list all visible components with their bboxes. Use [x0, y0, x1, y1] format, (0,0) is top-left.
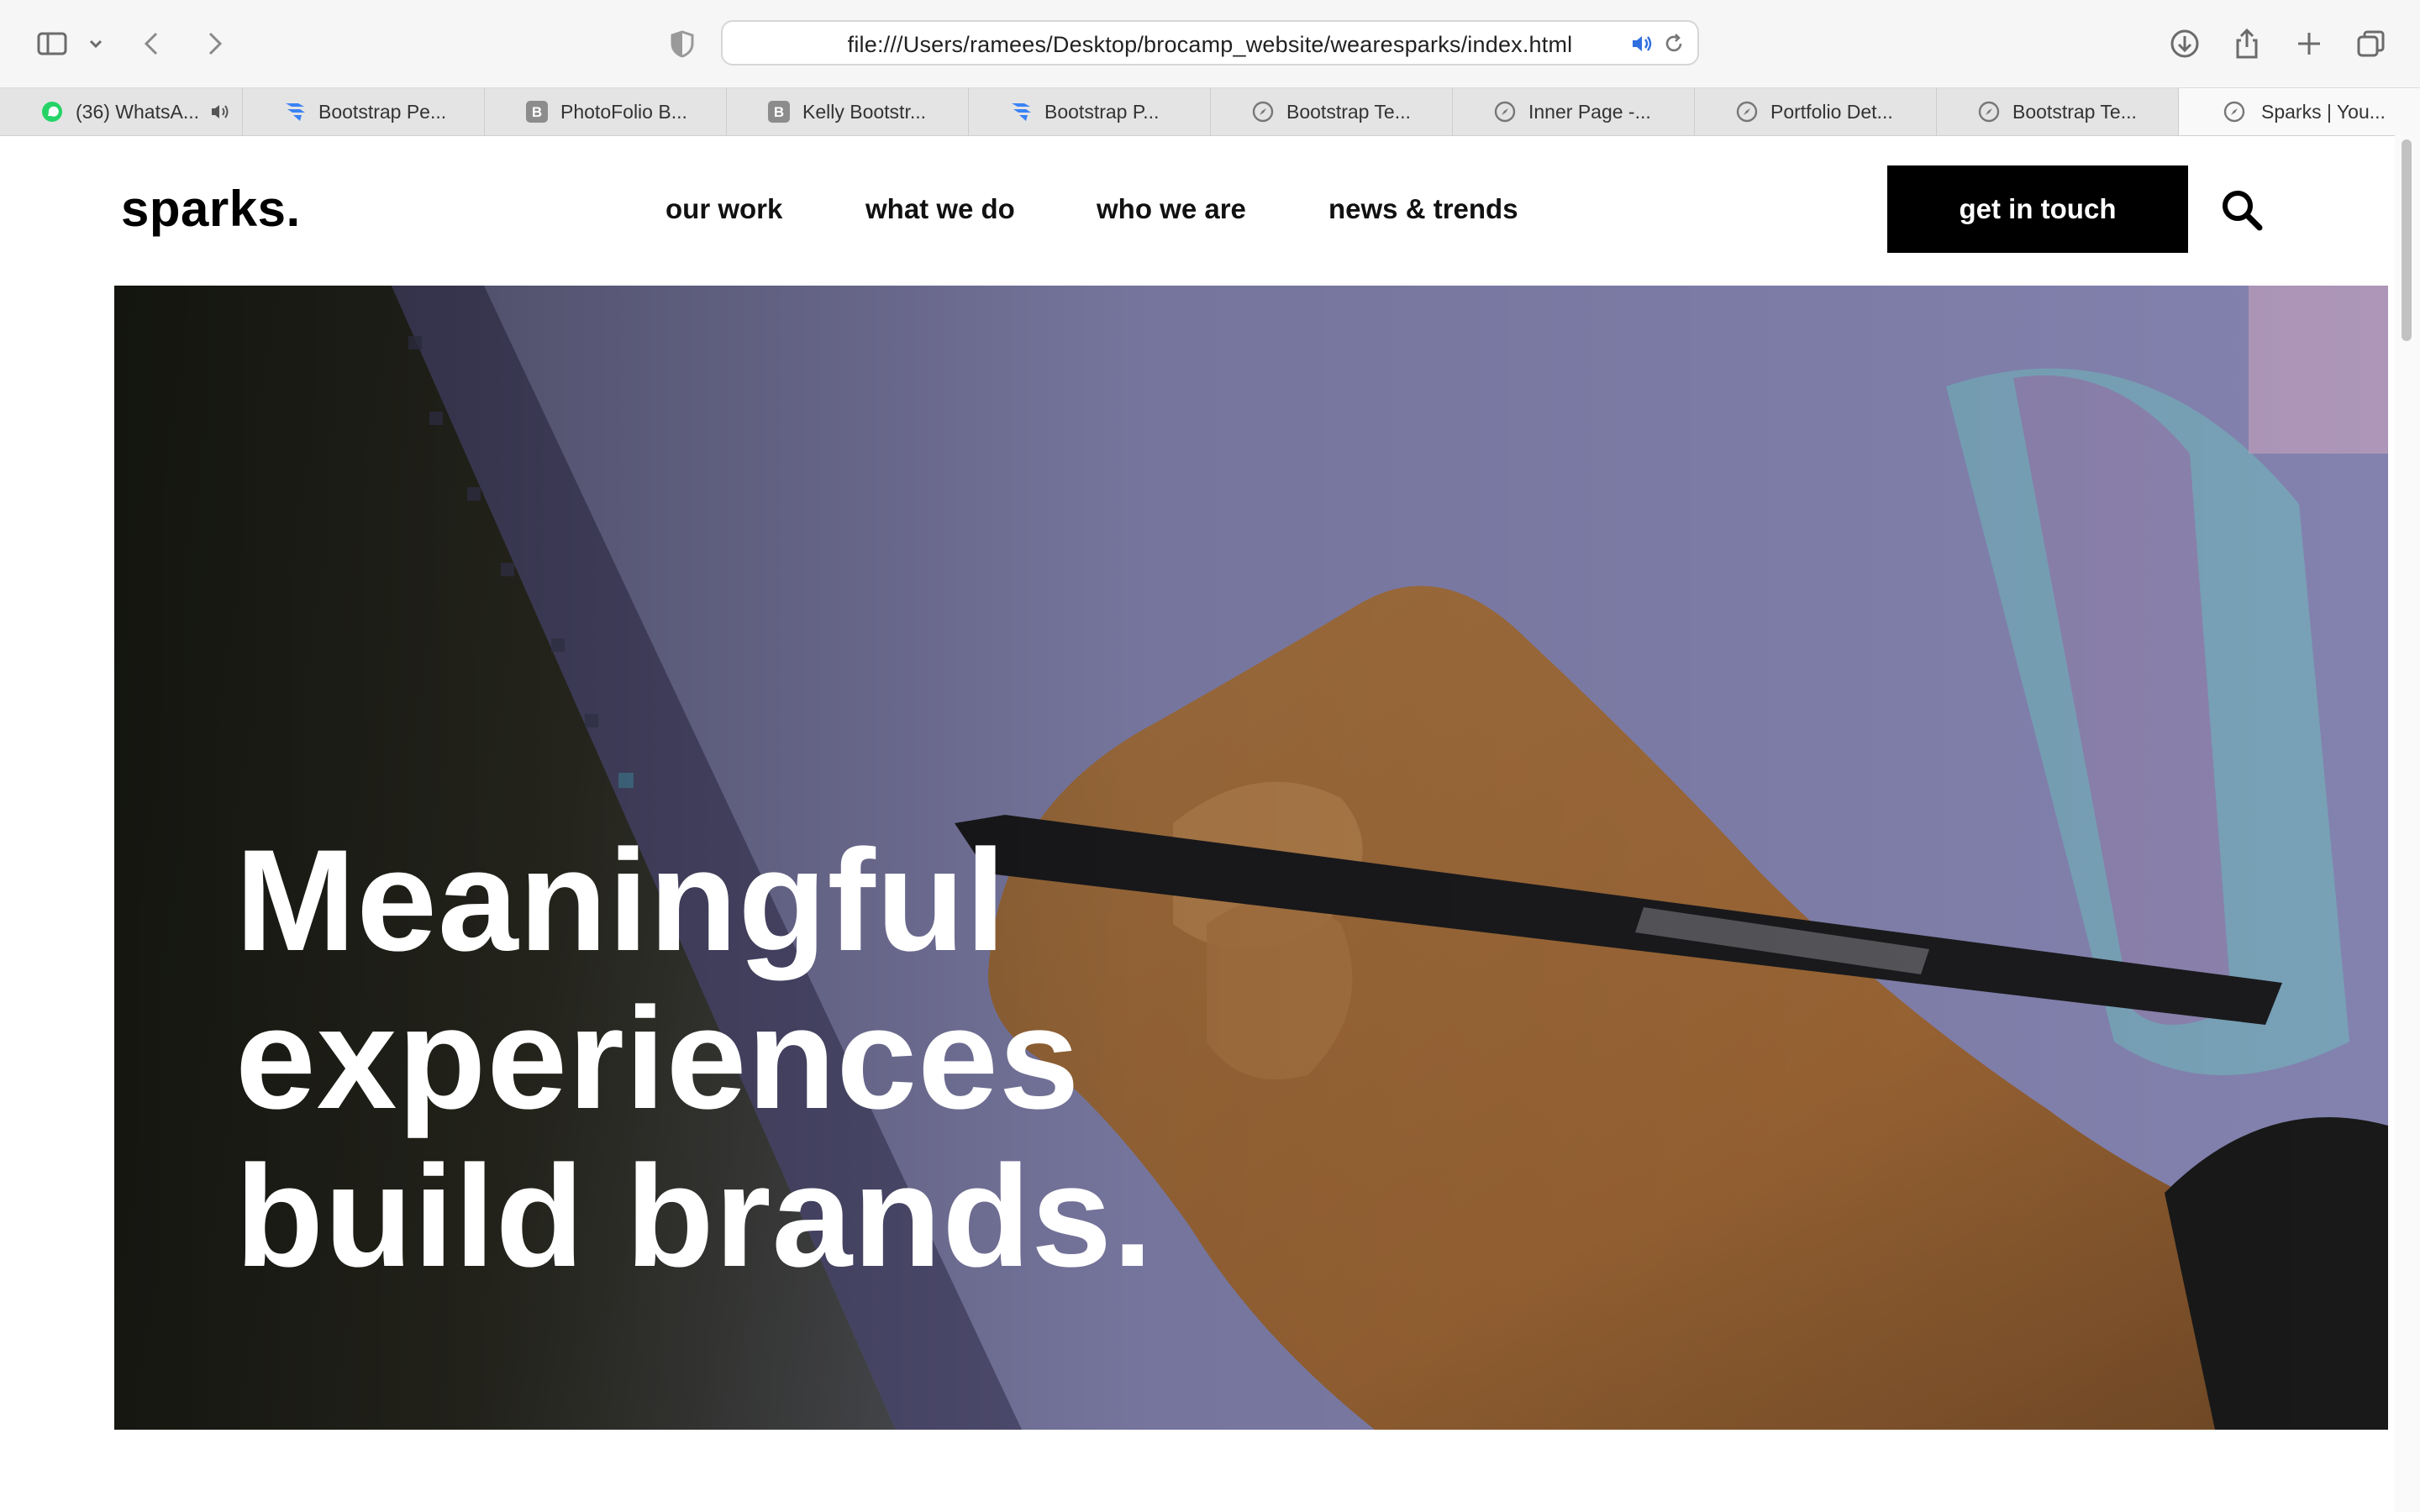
hero-line-1: Meaningful [235, 820, 1007, 981]
nav-news-trends[interactable]: news & trends [1328, 193, 1518, 225]
svg-text:B: B [532, 104, 542, 120]
tab-bootstrap-te-2[interactable]: Bootstrap Te... [1937, 88, 2179, 135]
tab-label: (36) WhatsA... [76, 100, 199, 123]
tab-kelly[interactable]: B Kelly Bootstr... [727, 88, 969, 135]
nav-who-we-are[interactable]: who we are [1097, 193, 1246, 225]
bootstrap-blue-icon [283, 100, 307, 123]
back-icon[interactable] [134, 25, 171, 62]
compass-icon [1251, 100, 1275, 123]
tab-label: Inner Page -... [1528, 100, 1651, 123]
svg-text:B: B [774, 104, 784, 120]
tab-sparks-active[interactable]: Sparks | You... [2179, 88, 2420, 135]
address-bar[interactable]: file:///Users/ramees/Desktop/brocamp_web… [721, 20, 1699, 66]
whatsapp-icon [40, 100, 64, 123]
tab-inner-page[interactable]: Inner Page -... [1453, 88, 1695, 135]
tab-overview-icon[interactable] [2353, 25, 2390, 62]
tab-bootstrap-pe[interactable]: Bootstrap Pe... [243, 88, 485, 135]
site-logo[interactable]: sparks. [121, 180, 301, 238]
tab-label: Sparks | You... [2261, 100, 2386, 123]
get-in-touch-button[interactable]: get in touch [1887, 165, 2188, 253]
audio-playing-icon[interactable] [1628, 30, 1655, 57]
scrollbar-track[interactable] [2395, 135, 2420, 1512]
tab-label: Bootstrap Te... [2012, 100, 2137, 123]
compass-icon [1493, 100, 1517, 123]
download-icon[interactable] [2166, 25, 2203, 62]
compass-icon [2223, 100, 2246, 123]
tab-label: Bootstrap Te... [1286, 100, 1411, 123]
tab-bar: (36) WhatsA... Bootstrap Pe... B PhotoFo… [0, 88, 2420, 136]
tab-label: Portfolio Det... [1770, 100, 1893, 123]
b-square-icon: B [767, 100, 791, 123]
hero-line-2: experiences [235, 978, 1081, 1139]
browser-toolbar: file:///Users/ramees/Desktop/brocamp_web… [0, 0, 2420, 88]
tab-bootstrap-p[interactable]: Bootstrap P... [969, 88, 1211, 135]
tab-portfolio-det[interactable]: Portfolio Det... [1695, 88, 1937, 135]
tab-whatsapp[interactable]: (36) WhatsA... [0, 88, 243, 135]
tab-bootstrap-te-1[interactable]: Bootstrap Te... [1211, 88, 1453, 135]
compass-icon [1977, 100, 2001, 123]
tab-photofolio[interactable]: B PhotoFolio B... [485, 88, 727, 135]
b-square-icon: B [525, 100, 549, 123]
bootstrap-blue-icon [1009, 100, 1033, 123]
url-text[interactable]: file:///Users/ramees/Desktop/brocamp_web… [723, 32, 1697, 58]
scrollbar-thumb[interactable] [2402, 139, 2412, 341]
tab-label: Bootstrap P... [1044, 100, 1160, 123]
hero-headline: Meaningful experiences build brands. [235, 822, 1154, 1295]
tab-label: PhotoFolio B... [560, 100, 687, 123]
speaker-icon[interactable] [208, 100, 232, 123]
reload-icon[interactable] [1660, 30, 1687, 57]
tab-label: Bootstrap Pe... [318, 100, 447, 123]
new-tab-icon[interactable] [2291, 25, 2328, 62]
compass-icon [1735, 100, 1759, 123]
sidebar-toggle-icon[interactable] [34, 25, 71, 62]
share-icon[interactable] [2228, 25, 2265, 62]
privacy-shield-icon[interactable] [664, 25, 701, 62]
forward-icon[interactable] [195, 25, 232, 62]
hero-line-3: build brands. [235, 1136, 1154, 1297]
hero-banner: Meaningful experiences build brands. [114, 286, 2388, 1430]
chevron-down-icon[interactable] [79, 25, 113, 62]
nav-what-we-do[interactable]: what we do [865, 193, 1015, 225]
search-icon[interactable] [2218, 186, 2265, 234]
nav-our-work[interactable]: our work [666, 193, 782, 225]
tab-label: Kelly Bootstr... [802, 100, 927, 123]
